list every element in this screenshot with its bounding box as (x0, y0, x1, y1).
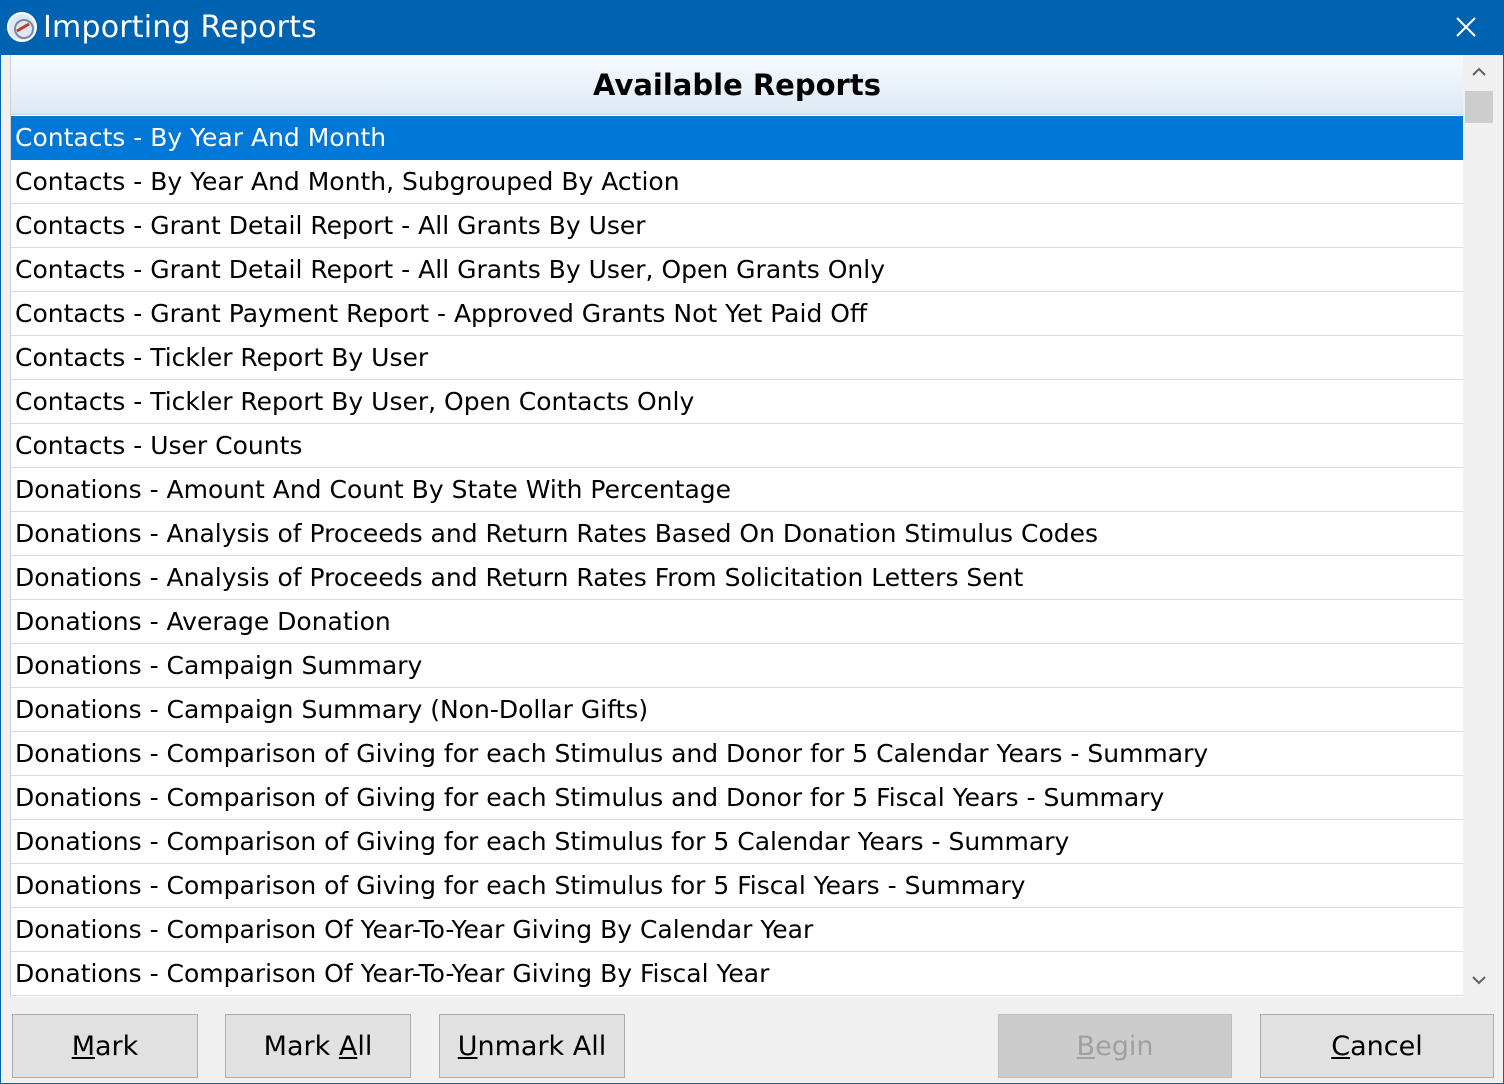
report-list-item[interactable]: Contacts - Grant Detail Report - All Gra… (11, 204, 1463, 248)
close-button[interactable] (1429, 1, 1503, 53)
report-list-item[interactable]: Donations - Amount And Count By State Wi… (11, 468, 1463, 512)
scroll-thumb[interactable] (1465, 91, 1493, 123)
report-list-item[interactable]: Contacts - Tickler Report By User, Open … (11, 380, 1463, 424)
available-reports-list[interactable]: Available Reports Contacts - By Year And… (10, 55, 1495, 997)
compass-icon (7, 12, 37, 42)
report-list-item[interactable]: Contacts - By Year And Month, Subgrouped… (11, 160, 1463, 204)
mark-button[interactable]: Mark (12, 1014, 198, 1078)
chevron-up-icon (1472, 67, 1486, 76)
list-header: Available Reports (11, 55, 1463, 115)
unmark-all-mnemonic: U (457, 1030, 478, 1062)
report-rows: Contacts - By Year And Month Contacts - B… (11, 116, 1463, 996)
mark-all-mnemonic: A (338, 1030, 358, 1062)
report-list-item[interactable]: Donations - Campaign Summary (Non-Dollar… (11, 688, 1463, 732)
report-list-item[interactable]: Donations - Campaign Summary (11, 644, 1463, 688)
report-list-item[interactable]: Contacts - By Year And Month (11, 116, 1463, 160)
report-list-item[interactable]: Donations - Comparison of Giving for eac… (11, 732, 1463, 776)
report-list-item[interactable]: Contacts - Grant Detail Report - All Gra… (11, 248, 1463, 292)
mark-all-label-rest: ll (357, 1030, 373, 1062)
begin-label: egin (1095, 1030, 1154, 1062)
report-list-item[interactable]: Donations - Comparison of Giving for eac… (11, 864, 1463, 908)
report-list-item[interactable]: Donations - Comparison of Giving for eac… (11, 820, 1463, 864)
cancel-label: ancel (1350, 1030, 1423, 1062)
report-list-item[interactable]: Donations - Comparison Of Year-To-Year G… (11, 952, 1463, 996)
report-list-item[interactable]: Contacts - Tickler Report By User (11, 336, 1463, 380)
report-list-item[interactable]: Contacts - Grant Payment Report - Approv… (11, 292, 1463, 336)
close-icon (1456, 17, 1476, 37)
report-list-item[interactable]: Donations - Average Donation (11, 600, 1463, 644)
mark-label: ark (95, 1030, 139, 1062)
mark-all-label-pre: Mark (263, 1030, 339, 1062)
report-list-item[interactable]: Donations - Comparison of Giving for eac… (11, 776, 1463, 820)
window-title: Importing Reports (43, 10, 317, 45)
importing-reports-dialog: Importing Reports Available Reports Cont… (0, 0, 1504, 1084)
report-list-item[interactable]: Donations - Analysis of Proceeds and Ret… (11, 556, 1463, 600)
cancel-mnemonic: C (1331, 1030, 1351, 1062)
report-list-item[interactable]: Donations - Analysis of Proceeds and Ret… (11, 512, 1463, 556)
report-list-item[interactable]: Donations - Comparison Of Year-To-Year G… (11, 908, 1463, 952)
begin-button[interactable]: Begin (998, 1014, 1232, 1078)
report-list-item[interactable]: Contacts - User Counts (11, 424, 1463, 468)
chevron-down-icon (1472, 976, 1486, 985)
mark-all-button[interactable]: Mark All (225, 1014, 411, 1078)
unmark-all-button[interactable]: Unmark All (439, 1014, 625, 1078)
begin-mnemonic: B (1076, 1030, 1096, 1062)
scroll-down-button[interactable] (1463, 963, 1495, 997)
unmark-all-label: nmark All (477, 1030, 607, 1062)
scroll-up-button[interactable] (1463, 55, 1495, 89)
mark-mnemonic: M (71, 1030, 95, 1062)
title-bar[interactable]: Importing Reports (1, 1, 1503, 55)
vertical-scrollbar[interactable] (1463, 55, 1495, 997)
cancel-button[interactable]: Cancel (1260, 1014, 1494, 1078)
